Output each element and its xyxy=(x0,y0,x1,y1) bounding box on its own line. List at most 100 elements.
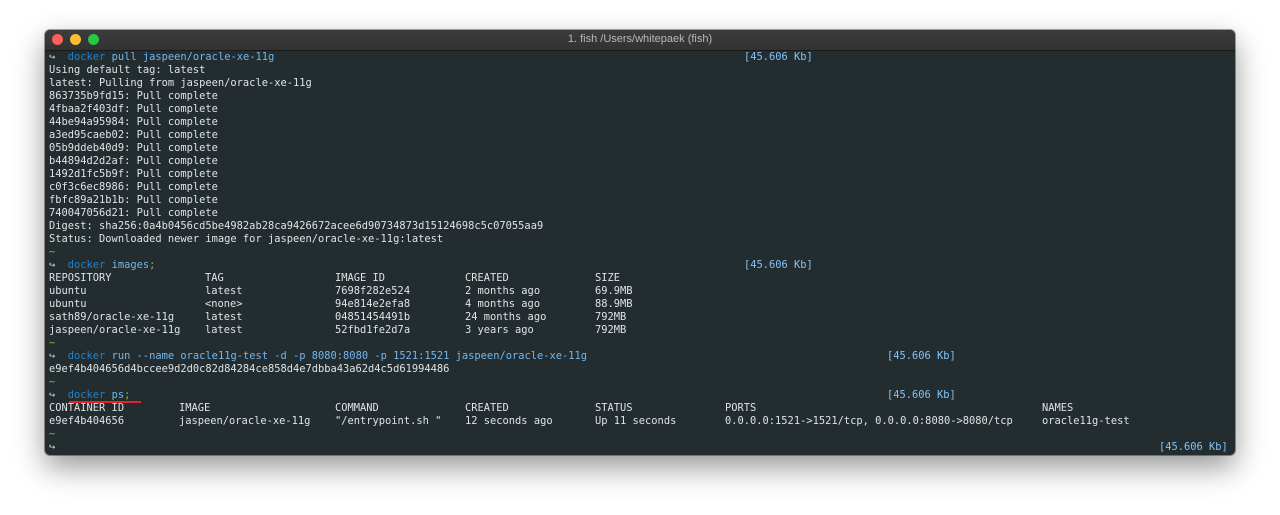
prompt-arrow-icon: ↪ xyxy=(49,350,56,362)
window-title: 1. fish /Users/whitepaek (fish) xyxy=(567,33,713,45)
column-header: PORTS xyxy=(725,402,757,414)
pull-output-line: 4fbaa2f403df: Pull complete xyxy=(49,103,218,115)
images-table: REPOSITORY TAG IMAGE ID CREATED SIZE ubuntu la… xyxy=(49,272,1231,337)
command-name: docker xyxy=(67,259,106,271)
ps-table: CONTAINER ID IMAGE COMMAND CREATED STATUS POR… xyxy=(49,402,1231,428)
table-cell: "/entrypoint.sh " xyxy=(335,415,442,427)
prompt-tilde: ~ xyxy=(49,428,1231,441)
column-header: COMMAND xyxy=(335,402,379,414)
prompt-line-images: ↪ docker images; [45.606 Kb] xyxy=(49,259,1231,272)
prompt-line-ps: ↪ docker ps; [45.606 Kb] xyxy=(49,389,1231,403)
table-cell: 69.9MB xyxy=(595,285,633,297)
size-indicator: [45.606 Kb] xyxy=(744,51,813,63)
pull-output-line: Using default tag: latest xyxy=(49,64,206,76)
table-cell: 04851454491b xyxy=(335,311,411,323)
table-cell: 0.0.0.0:1521->1521/tcp, 0.0.0.0:8080->80… xyxy=(725,415,1013,427)
table-cell: latest xyxy=(205,311,243,323)
table-cell: jaspeen/oracle-xe-11g xyxy=(179,415,311,427)
title-bar[interactable]: 1. fish /Users/whitepaek (fish) xyxy=(45,30,1235,51)
tilde-path: ~ xyxy=(49,246,56,258)
pull-output-line: 44be94a95984: Pull complete xyxy=(49,116,218,128)
command-args: ps xyxy=(111,389,125,401)
column-header: STATUS xyxy=(595,402,633,414)
command-semicolon: ; xyxy=(124,389,131,401)
tilde-path: ~ xyxy=(49,428,56,440)
prompt-tilde: ~ xyxy=(49,246,1231,259)
pull-output-line: 740047056d21: Pull complete xyxy=(49,207,218,219)
pull-output-line: 05b9ddeb40d9: Pull complete xyxy=(49,142,218,154)
pull-output: Using default tag: latest latest: Pulling… xyxy=(49,64,1231,246)
column-header: SIZE xyxy=(595,272,621,284)
tilde-path: ~ xyxy=(49,337,56,349)
column-header: IMAGE ID xyxy=(335,272,386,284)
prompt-line-pull: ↪ docker pull jaspeen/oracle-xe-11g [45.6… xyxy=(49,51,1231,64)
size-indicator: [45.606 Kb] xyxy=(744,259,813,271)
table-cell: Up 11 seconds xyxy=(595,415,677,427)
command-name: docker xyxy=(67,350,106,362)
size-indicator: [45.606 Kb] xyxy=(887,389,956,401)
table-cell: <none> xyxy=(205,298,243,310)
terminal-window: 1. fish /Users/whitepaek (fish) ↪ docker… xyxy=(45,30,1235,455)
command-name: docker xyxy=(67,51,106,63)
table-cell: 3 years ago xyxy=(465,324,534,336)
column-header: IMAGE xyxy=(179,402,211,414)
column-header: NAMES xyxy=(1042,402,1074,414)
table-cell: 94e814e2efa8 xyxy=(335,298,411,310)
table-cell: sath89/oracle-xe-11g xyxy=(49,311,175,323)
column-header: CREATED xyxy=(465,272,509,284)
container-id-output: e9ef4b404656d4bccee9d2d0c82d84284ce858d4… xyxy=(49,363,450,375)
pull-output-line: 1492d1fc5b9f: Pull complete xyxy=(49,168,218,180)
column-header: CREATED xyxy=(465,402,509,414)
prompt-arrow-icon: ↪ xyxy=(49,51,56,63)
table-cell: 2 months ago xyxy=(465,285,541,297)
prompt-line-final[interactable]: ↪ [45.606 Kb] xyxy=(49,441,1231,454)
command-semicolon: ; xyxy=(149,259,156,271)
size-indicator: [45.606 Kb] xyxy=(1159,441,1228,453)
table-cell: ubuntu xyxy=(49,298,87,310)
table-cell: jaspeen/oracle-xe-11g xyxy=(49,324,181,336)
table-row: e9ef4b404656 jaspeen/oracle-xe-11g "/entry… xyxy=(49,415,1231,428)
table-row: jaspeen/oracle-xe-11g latest 52fbd1fe2d7a 3… xyxy=(49,324,1231,337)
table-cell: 792MB xyxy=(595,324,627,336)
table-cell: ubuntu xyxy=(49,285,87,297)
table-cell: latest xyxy=(205,324,243,336)
command-args: images xyxy=(111,259,150,271)
command-name: docker xyxy=(67,389,106,401)
table-cell: 792MB xyxy=(595,311,627,323)
prompt-arrow-icon: ↪ xyxy=(49,441,56,453)
table-header: CONTAINER ID IMAGE COMMAND CREATED STATUS POR… xyxy=(49,402,1231,415)
pull-output-line: latest: Pulling from jaspeen/oracle-xe-1… xyxy=(49,77,312,89)
command-args: run --name oracle11g-test -d -p 8080:808… xyxy=(111,350,588,362)
prompt-arrow-icon: ↪ xyxy=(49,259,56,271)
terminal-output[interactable]: ↪ docker pull jaspeen/oracle-xe-11g [45.6… xyxy=(49,51,1231,454)
pull-output-line: Digest: sha256:0a4b0456cd5be4982ab28ca94… xyxy=(49,220,544,232)
tilde-path: ~ xyxy=(49,376,56,388)
size-indicator: [45.606 Kb] xyxy=(887,350,956,362)
table-row: ubuntu latest 7698f282e524 2 months ago 69.9… xyxy=(49,285,1231,298)
column-header: TAG xyxy=(205,272,224,284)
command-args: pull jaspeen/oracle-xe-11g xyxy=(111,51,275,63)
prompt-tilde: ~ xyxy=(49,337,1231,350)
prompt-tilde: ~ xyxy=(49,376,1231,389)
table-cell: e9ef4b404656 xyxy=(49,415,125,427)
pull-output-line: c0f3c6ec8986: Pull complete xyxy=(49,181,218,193)
table-cell: 12 seconds ago xyxy=(465,415,553,427)
pull-output-line: a3ed95caeb02: Pull complete xyxy=(49,129,218,141)
column-header: REPOSITORY xyxy=(49,272,112,284)
pull-output-line: fbfc89a21b1b: Pull complete xyxy=(49,194,218,206)
table-cell: 4 months ago xyxy=(465,298,541,310)
column-header: CONTAINER ID xyxy=(49,402,125,414)
prompt-arrow-icon: ↪ xyxy=(49,389,56,401)
table-row: ubuntu <none> 94e814e2efa8 4 months ago 88.9… xyxy=(49,298,1231,311)
pull-output-line: 863735b9fd15: Pull complete xyxy=(49,90,218,102)
pull-output-line: Status: Downloaded newer image for jaspe… xyxy=(49,233,444,245)
table-cell: 88.9MB xyxy=(595,298,633,310)
table-cell: latest xyxy=(205,285,243,297)
table-cell: oracle11g-test xyxy=(1042,415,1130,427)
table-cell: 7698f282e524 xyxy=(335,285,411,297)
table-cell: 52fbd1fe2d7a xyxy=(335,324,411,336)
table-row: sath89/oracle-xe-11g latest 04851454491b 24… xyxy=(49,311,1231,324)
pull-output-line: b44894d2d2af: Pull complete xyxy=(49,155,218,167)
table-header: REPOSITORY TAG IMAGE ID CREATED SIZE xyxy=(49,272,1231,285)
prompt-line-run: ↪ docker run --name oracle11g-test -d -p… xyxy=(49,350,1231,363)
